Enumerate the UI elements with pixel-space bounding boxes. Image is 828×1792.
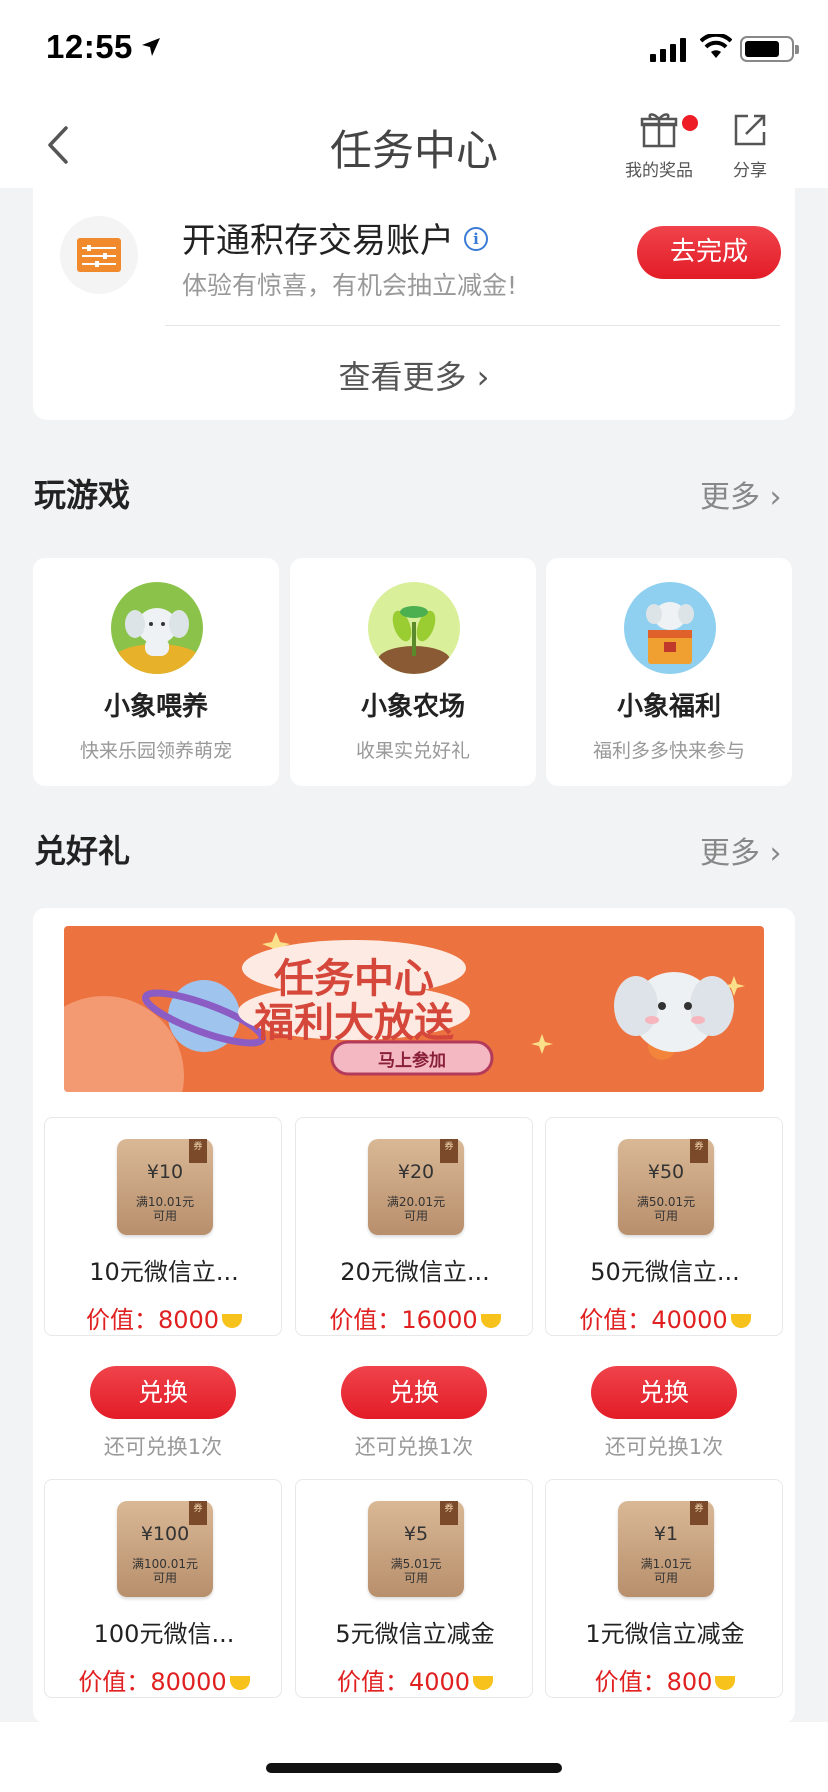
exchange-button[interactable]: 兑换 <box>591 1366 737 1419</box>
gift-card[interactable]: 券 ¥1 满1.01元 可用 1元微信立减金 价值：800 <box>545 1479 783 1698</box>
coupon-tag: 券 <box>440 1501 458 1525</box>
game-name: 小象农场 <box>360 692 465 722</box>
coupon-icon: 券 ¥10 满10.01元 可用 <box>117 1139 213 1235</box>
gift-card[interactable]: 券 ¥10 满10.01元 可用 10元微信立... 价值：8000 <box>44 1117 282 1336</box>
gift-title: 10元微信立... <box>89 1258 239 1286</box>
elephant-feed-image <box>111 582 203 674</box>
notification-dot <box>682 115 698 131</box>
game-desc: 快来乐园领养萌宠 <box>79 740 232 762</box>
coupon-condition: 满1.01元 可用 <box>640 1557 692 1585</box>
gift-card[interactable]: 券 ¥50 满50.01元 可用 50元微信立... 价值：40000 <box>545 1117 783 1336</box>
coupon-condition: 满20.01元 可用 <box>386 1195 446 1223</box>
coupon-amount: ¥20 <box>397 1161 435 1183</box>
coupon-amount: ¥5 <box>403 1523 429 1545</box>
gift-card[interactable]: 券 ¥20 满20.01元 可用 20元微信立... 价值：16000 <box>295 1117 533 1336</box>
battery-icon <box>740 36 799 62</box>
gift-price: 价值：8000 <box>45 1300 283 1335</box>
banana-icon <box>480 1314 501 1328</box>
banana-icon <box>473 1676 494 1690</box>
wifi-icon <box>700 34 732 58</box>
gift-price: 价值：16000 <box>296 1300 534 1335</box>
banana-icon <box>222 1314 243 1328</box>
gift-price: 价值：40000 <box>546 1300 784 1335</box>
coupon-icon: 券 ¥100 满100.01元 可用 <box>117 1501 213 1597</box>
banana-icon <box>715 1676 736 1690</box>
game-name: 小象喂养 <box>103 692 208 722</box>
share-icon <box>734 114 766 146</box>
coupon-tag: 券 <box>440 1139 458 1163</box>
coupon-condition: 满5.01元 可用 <box>390 1557 442 1585</box>
status-time: 12:55 <box>46 28 133 65</box>
task-subtitle: 体验有惊喜，有机会抽立减金! <box>182 271 518 300</box>
abacus-icon <box>60 216 138 294</box>
game-desc: 福利多多快来参与 <box>592 740 745 762</box>
game-name: 小象福利 <box>616 692 721 722</box>
remaining-count: 还可兑换1次 <box>103 1435 223 1459</box>
bean-sprout-image <box>368 582 460 674</box>
coupon-icon: 券 ¥50 满50.01元 可用 <box>618 1139 714 1235</box>
coupon-amount: ¥100 <box>140 1523 190 1545</box>
gift-card[interactable]: 券 ¥100 满100.01元 可用 100元微信... 价值：80000 <box>44 1479 282 1698</box>
gifts-more-link[interactable]: 更多 › <box>700 828 782 872</box>
coupon-icon: 券 ¥1 满1.01元 可用 <box>618 1501 714 1597</box>
gift-title: 1元微信立减金 <box>585 1620 745 1648</box>
coupon-amount: ¥50 <box>647 1161 685 1183</box>
gifts-section-title: 兑好礼 <box>34 832 131 870</box>
gift-price: 价值：4000 <box>296 1662 534 1697</box>
complete-task-button[interactable]: 去完成 <box>637 226 781 279</box>
gift-icon <box>640 113 678 148</box>
banner-line2: 福利大放送 <box>254 1000 454 1046</box>
games-section-title: 玩游戏 <box>34 476 131 514</box>
game-card-feed[interactable]: 小象喂养 快来乐园领养萌宠 <box>33 558 279 786</box>
coupon-amount: ¥1 <box>653 1523 679 1545</box>
coupon-icon: 券 ¥5 满5.01元 可用 <box>368 1501 464 1597</box>
cellular-signal-icon <box>650 38 686 62</box>
coupon-icon: 券 ¥20 满20.01元 可用 <box>368 1139 464 1235</box>
coupon-tag: 券 <box>189 1139 207 1163</box>
gift-title: 5元微信立减金 <box>335 1620 495 1648</box>
share-button[interactable]: 分享 <box>705 110 795 181</box>
game-card-farm[interactable]: 小象农场 收果实兑好礼 <box>290 558 536 786</box>
coupon-amount: ¥10 <box>146 1161 184 1183</box>
remaining-count: 还可兑换1次 <box>604 1435 724 1459</box>
exchange-button[interactable]: 兑换 <box>90 1366 236 1419</box>
gift-title: 20元微信立... <box>340 1258 490 1286</box>
coupon-tag: 券 <box>189 1501 207 1525</box>
info-icon[interactable]: i <box>464 227 488 251</box>
coupon-condition: 满50.01元 可用 <box>636 1195 696 1223</box>
location-arrow-icon <box>142 38 160 56</box>
gift-card[interactable]: 券 ¥5 满5.01元 可用 5元微信立减金 价值：4000 <box>295 1479 533 1698</box>
bottom-bar <box>0 1722 828 1792</box>
gift-price: 价值：800 <box>546 1662 784 1697</box>
task-title: 开通积存交易账户 <box>182 221 454 261</box>
coupon-tag: 券 <box>690 1501 708 1525</box>
gift-title: 50元微信立... <box>590 1258 740 1286</box>
home-indicator[interactable] <box>266 1763 562 1773</box>
share-label: 分享 <box>733 161 767 181</box>
banner-cta[interactable]: 马上参加 <box>332 1046 492 1071</box>
divider <box>165 325 780 326</box>
banana-icon <box>229 1676 250 1690</box>
gift-price: 价值：80000 <box>45 1662 283 1697</box>
see-more-link[interactable]: 查看更多 › <box>33 352 795 398</box>
promo-banner[interactable]: 任务中心 福利大放送 马上参加 <box>64 926 764 1092</box>
game-card-welfare[interactable]: 小象福利 福利多多快来参与 <box>546 558 792 786</box>
coupon-condition: 满100.01元 可用 <box>132 1557 198 1585</box>
games-more-link[interactable]: 更多 › <box>700 472 782 516</box>
banana-icon <box>730 1314 751 1328</box>
elephant-treasure-image <box>624 582 716 674</box>
game-desc: 收果实兑好礼 <box>355 740 470 762</box>
exchange-button[interactable]: 兑换 <box>341 1366 487 1419</box>
coupon-tag: 券 <box>690 1139 708 1163</box>
remaining-count: 还可兑换1次 <box>354 1435 474 1459</box>
coupon-condition: 满10.01元 可用 <box>135 1195 195 1223</box>
my-prizes-label: 我的奖品 <box>625 161 693 181</box>
gift-title: 100元微信... <box>93 1620 235 1648</box>
